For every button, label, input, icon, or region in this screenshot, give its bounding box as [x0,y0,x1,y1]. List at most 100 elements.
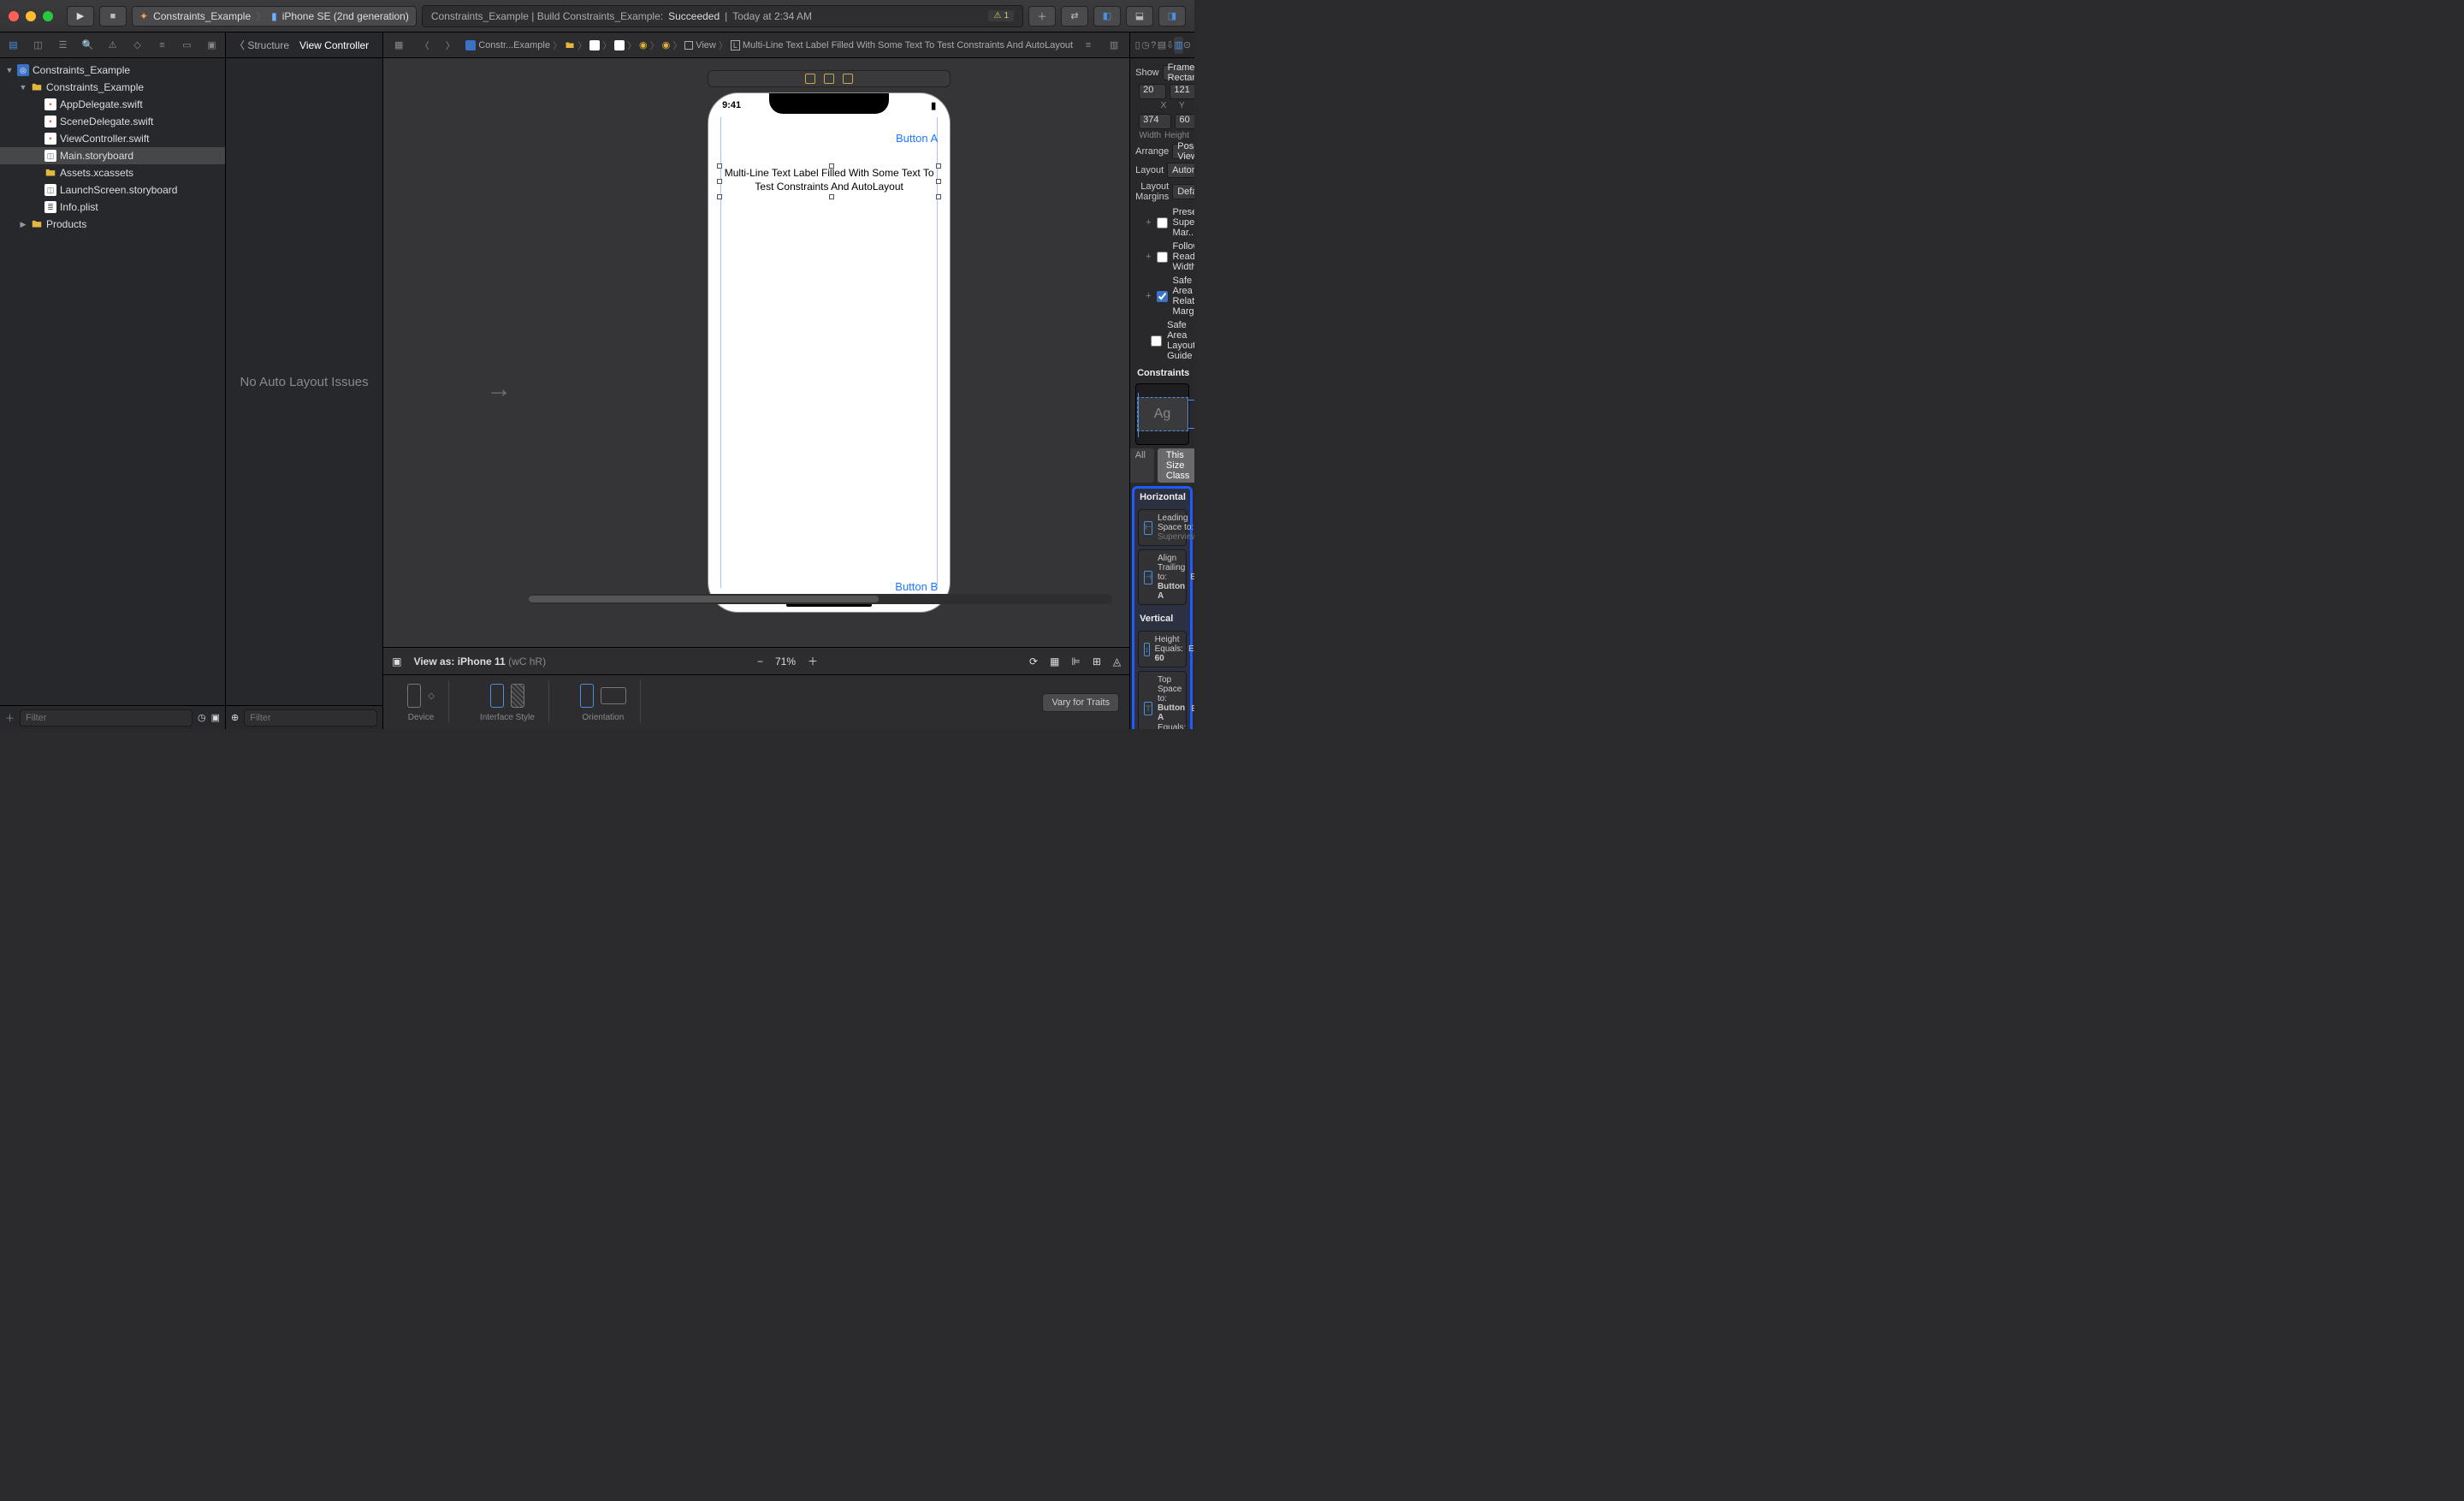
forward-icon[interactable]: 〉 [440,35,460,56]
pin-icon[interactable]: ⊞ [1093,656,1101,667]
code-review-button[interactable]: ⇄ [1061,6,1088,27]
button-a[interactable]: Button A [896,132,938,145]
related-items-icon[interactable]: ▦ [388,35,409,56]
test-navigator-icon[interactable]: ◇ [129,35,145,56]
products-row[interactable]: ▶Products [0,216,225,233]
constraint-top[interactable]: ⊤ Top Space to: Button A Equals: 28 Edit [1138,671,1187,729]
selection-handle[interactable] [936,194,941,199]
file-row[interactable]: Assets.xcassets [0,164,225,181]
back-icon[interactable]: 〈 [414,35,435,56]
stop-button[interactable]: ■ [99,6,127,27]
outline-filter-input[interactable] [244,709,377,727]
file-inspector-icon[interactable]: ▯ [1134,37,1141,54]
scene-dock[interactable] [708,70,951,87]
vary-for-traits-button[interactable]: Vary for Traits [1042,693,1119,712]
all-pill[interactable]: All [1130,448,1154,483]
outline-toggle-icon[interactable]: ▣ [392,656,401,667]
add-editor-icon[interactable]: ▥ [1104,35,1124,56]
navigator-filter-input[interactable] [20,709,192,727]
file-row[interactable]: •AppDelegate.swift [0,96,225,113]
device-frame[interactable]: 9:41▮ Button A Multi-Line Text Label Fil… [708,92,951,613]
scheme-selector[interactable]: ✦ Constraints_Example 〉 ▮ iPhone SE (2nd… [132,6,417,27]
size-inspector-icon[interactable]: ▥ [1174,37,1182,54]
adjust-editor-icon[interactable]: ≡ [1078,35,1099,56]
safe-area-guide-checkbox[interactable] [1151,335,1162,347]
canvas-area[interactable]: → 9:41▮ Button A Multi-Line Text Label F… [383,58,1129,647]
edit-button[interactable]: Edit [1188,644,1194,654]
edit-button[interactable]: Edit [1191,704,1194,714]
selection-handle[interactable] [936,179,941,184]
zoom-level[interactable]: 71% [775,656,796,667]
toggle-bottom-panel[interactable]: ⬓ [1126,6,1153,27]
jump-bar[interactable]: ▦ 〈 〉 Constr...Example〉 〉 〉 〉 ◉〉 ◉〉 View… [383,33,1129,58]
project-navigator-icon[interactable]: ▤ [5,35,21,56]
layout-select[interactable]: Automatic [1167,163,1194,178]
readable-width-checkbox[interactable] [1157,252,1168,263]
help-inspector-icon[interactable]: ? [1150,37,1158,54]
history-inspector-icon[interactable]: ◷ [1141,37,1150,54]
this-size-class-pill[interactable]: This Size Class [1158,448,1194,483]
zoom-out-button[interactable]: − [757,656,763,667]
scm-filter-icon[interactable]: ▣ [211,712,220,723]
update-frames-icon[interactable]: ⟳ [1029,656,1038,667]
view-as-label[interactable]: View as: iPhone 11 (wC hR) [414,656,547,667]
selection-handle[interactable] [936,163,941,169]
safe-area-margins-checkbox[interactable] [1157,291,1168,302]
warning-badge[interactable]: ⚠ 1 [988,10,1014,21]
selection-handle[interactable] [717,179,722,184]
find-navigator-icon[interactable]: 🔍 [80,35,96,56]
issue-navigator-icon[interactable]: ⚠ [104,35,121,56]
file-row[interactable]: ◫LaunchScreen.storyboard [0,181,225,199]
connections-inspector-icon[interactable]: ⊙ [1183,37,1191,54]
minimize-button[interactable] [26,11,36,21]
device-picker[interactable]: ◇ Device [394,680,449,722]
margins-select[interactable]: Default [1172,184,1194,199]
file-row[interactable]: •SceneDelegate.swift [0,113,225,130]
identity-inspector-icon[interactable]: ▤ [1158,37,1166,54]
orientation-picker[interactable]: Orientation [566,680,641,722]
multi-line-label[interactable]: Multi-Line Text Label Filled With Some T… [720,167,938,193]
constraints-preview[interactable]: Ag [1135,383,1189,445]
outline-back-button[interactable]: 〈 Structure [234,38,289,52]
y-field[interactable]: 121 [1170,84,1194,99]
toggle-right-panel[interactable]: ◨ [1158,6,1186,27]
width-field[interactable]: 374 [1139,114,1171,129]
add-button[interactable]: ＋ [5,711,15,725]
breakpoint-navigator-icon[interactable]: ▭ [179,35,195,56]
show-select[interactable]: Frame Rectangle [1163,65,1194,80]
project-row[interactable]: ▼◎Constraints_Example [0,62,225,79]
file-row[interactable]: •ViewController.swift [0,130,225,147]
height-field[interactable]: 60 [1175,114,1194,129]
group-row[interactable]: ▼Constraints_Example [0,79,225,96]
selection-handle[interactable] [829,163,834,169]
selection-handle[interactable] [717,194,722,199]
constraint-leading[interactable]: ⊢ Leading Space to: Superview Edit [1138,509,1187,546]
align-icon[interactable]: ⊫ [1071,656,1080,667]
edit-button[interactable]: Edit [1190,573,1194,582]
embed-icon[interactable]: ▦ [1050,656,1059,667]
selection-handle[interactable] [717,163,722,169]
file-row[interactable]: ≣Info.plist [0,199,225,216]
source-control-navigator-icon[interactable]: ◫ [30,35,46,56]
x-field[interactable]: 20 [1139,84,1166,99]
run-button[interactable]: ▶ [67,6,94,27]
report-navigator-icon[interactable]: ▣ [204,35,220,56]
attributes-inspector-icon[interactable]: ⇩ [1166,37,1174,54]
button-b[interactable]: Button B [895,580,938,593]
file-row-selected[interactable]: ◫Main.storyboard [0,147,225,164]
constraint-trailing[interactable]: ⊣ Align Trailing to: Button A Edit [1138,549,1187,605]
preserve-margins-checkbox[interactable] [1157,217,1168,228]
filter-icon[interactable]: ⊕ [231,712,239,723]
constraint-height[interactable]: ↕ Height Equals: 60 Edit [1138,631,1187,667]
selection-handle[interactable] [829,194,834,199]
close-button[interactable] [9,11,19,21]
recent-filter-icon[interactable]: ◷ [198,712,206,723]
horizontal-scrollbar[interactable] [529,594,1112,604]
arrange-select[interactable]: Position View [1172,144,1194,159]
interface-style-picker[interactable]: Interface Style [466,680,549,722]
zoom-in-button[interactable]: ＋ [808,654,818,668]
zoom-button[interactable] [43,11,53,21]
resolve-icon[interactable]: ◬ [1113,656,1121,667]
debug-navigator-icon[interactable]: ≡ [154,35,170,56]
toggle-left-panel[interactable]: ◧ [1093,6,1121,27]
